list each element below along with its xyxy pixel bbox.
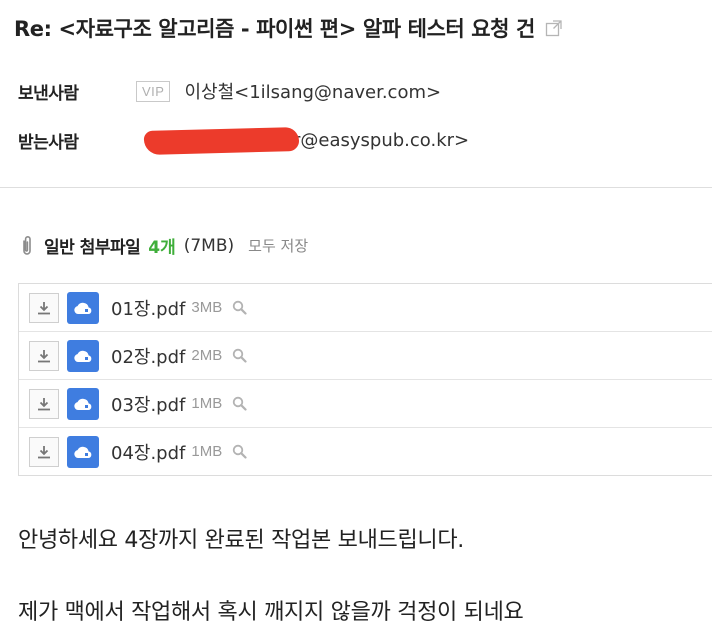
attachment-filename[interactable]: 01장.pdf <box>111 295 185 321</box>
attachment-title: 일반 첨부파일 <box>44 238 141 258</box>
body-line-1: 안녕하세요 4장까지 완료된 작업본 보내드립니다. <box>18 528 464 553</box>
attachment-list: 01장.pdf 3MB 02장.pdf 2MB 03장.pdf 1MB 04장.… <box>18 283 712 476</box>
mail-subject-text: Re: <자료구조 알고리즘 - 파이썬 편> 알파 테스터 요청 건 <box>14 17 535 41</box>
mail-subject: Re: <자료구조 알고리즘 - 파이썬 편> 알파 테스터 요청 건 <box>14 10 704 46</box>
attachment-header: 일반 첨부파일 4개 (7MB) 모두 저장 <box>20 233 308 258</box>
download-button[interactable] <box>29 436 59 467</box>
redaction-mark <box>143 126 300 155</box>
cloud-save-icon <box>74 446 92 458</box>
to-label: 받는사람 <box>18 133 79 153</box>
attachment-filesize: 2MB <box>191 347 223 364</box>
attachment-filename[interactable]: 04장.pdf <box>111 439 185 465</box>
popout-icon[interactable] <box>545 19 563 37</box>
download-icon <box>38 397 50 410</box>
attachment-count: 4개 <box>148 238 176 258</box>
attachment-filename[interactable]: 02장.pdf <box>111 343 185 369</box>
search-icon[interactable] <box>232 348 247 363</box>
cloud-save-button[interactable] <box>67 339 99 372</box>
download-button[interactable] <box>29 292 59 323</box>
header-divider <box>0 187 712 188</box>
attachment-total-size: (7MB) <box>183 235 235 256</box>
download-button[interactable] <box>29 340 59 371</box>
from-label: 보낸사람 <box>18 83 79 104</box>
attachment-filesize: 1MB <box>191 395 223 412</box>
cloud-save-icon <box>74 398 92 410</box>
attachment-filename[interactable]: 03장.pdf <box>111 391 185 417</box>
attachment-row: 02장.pdf 2MB <box>19 332 712 380</box>
body-line-2: 제가 맥에서 작업해서 혹시 깨지지 않을까 걱정이 되네요 <box>18 600 524 625</box>
cloud-save-icon <box>74 350 92 362</box>
search-icon[interactable] <box>232 444 247 459</box>
attachment-filesize: 1MB <box>191 443 223 460</box>
cloud-save-icon <box>74 302 92 314</box>
download-icon <box>38 301 50 314</box>
search-icon[interactable] <box>232 300 247 315</box>
recipient-address[interactable]: r@easyspub.co.kr> <box>293 130 469 151</box>
search-icon[interactable] <box>232 396 247 411</box>
cloud-save-button[interactable] <box>67 435 99 468</box>
download-icon <box>38 445 50 458</box>
attachment-row: 04장.pdf 1MB <box>19 428 712 475</box>
download-button[interactable] <box>29 388 59 419</box>
sender-address[interactable]: 이상철<1ilsang@naver.com> <box>184 78 441 104</box>
vip-badge[interactable]: VIP <box>136 80 171 102</box>
cloud-save-button[interactable] <box>67 291 99 324</box>
cloud-save-button[interactable] <box>67 387 99 420</box>
from-row: 보낸사람 VIP 이상철<1ilsang@naver.com> <box>18 78 441 104</box>
attachment-row: 01장.pdf 3MB <box>19 284 712 332</box>
to-row: 받는사람 r@easyspub.co.kr> <box>18 126 469 155</box>
download-icon <box>38 349 50 362</box>
attachment-row: 03장.pdf 1MB <box>19 380 712 428</box>
save-all-link[interactable]: 모두 저장 <box>248 235 308 256</box>
attachment-filesize: 3MB <box>191 299 223 316</box>
paperclip-icon <box>23 235 31 255</box>
